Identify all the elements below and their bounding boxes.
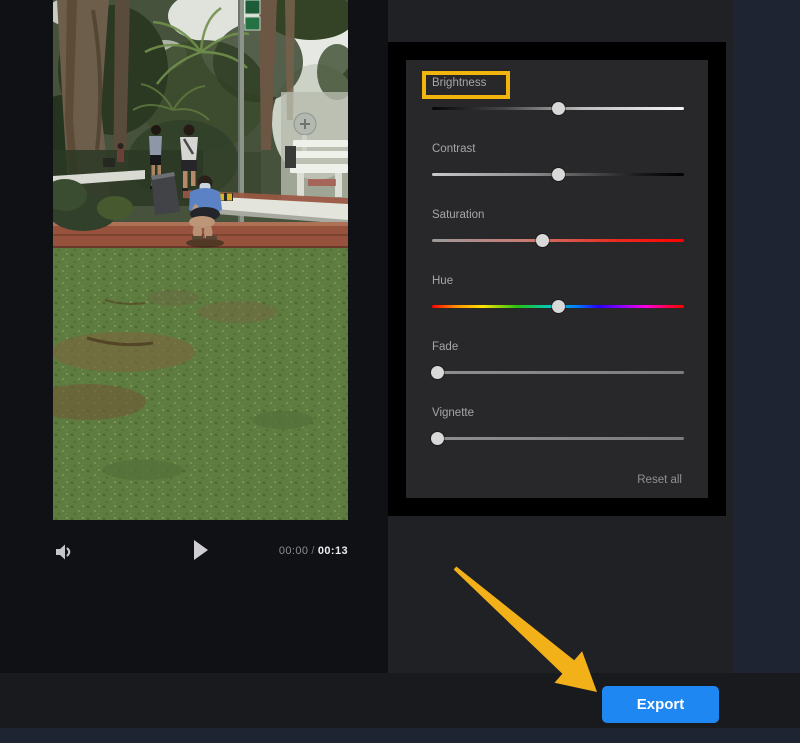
slider-label: Saturation (432, 209, 484, 223)
brightness-slider[interactable] (432, 101, 684, 115)
slider-track[interactable] (432, 437, 684, 440)
hue-slider[interactable] (432, 299, 684, 313)
slider-label: Brightness (432, 77, 486, 91)
app-screenshot: 00:00/00:13 Brightness Contrast (0, 0, 800, 743)
current-time: 00:00 (279, 545, 309, 557)
player-controls: 00:00/00:13 (53, 538, 348, 566)
mute-button[interactable] (53, 541, 75, 563)
slider-thumb[interactable] (431, 366, 444, 379)
park-scene-video-frame (53, 0, 348, 520)
video-panel: 00:00/00:13 (0, 0, 388, 673)
slider-label: Hue (432, 275, 453, 289)
slider-label: Vignette (432, 407, 474, 421)
slider-thumb[interactable] (536, 234, 549, 247)
speaker-icon (53, 541, 75, 563)
slider-track[interactable] (432, 371, 684, 374)
slider-thumb[interactable] (552, 102, 565, 115)
slider-track[interactable] (432, 239, 684, 242)
slider-row-brightness: Brightness (406, 70, 708, 130)
settings-region: Brightness Contrast Saturation (388, 0, 733, 673)
grass-field (53, 248, 348, 520)
adjust-panel: Brightness Contrast Saturation (406, 60, 708, 498)
video-preview (53, 0, 348, 520)
export-button[interactable]: Export (602, 686, 719, 723)
footer-bar: Export (0, 673, 800, 728)
fade-slider[interactable] (432, 365, 684, 379)
slider-row-saturation: Saturation (406, 202, 708, 262)
saturation-slider[interactable] (432, 233, 684, 247)
duration: 00:13 (318, 545, 348, 557)
slider-thumb[interactable] (552, 300, 565, 313)
contrast-slider[interactable] (432, 167, 684, 181)
play-button[interactable] (193, 540, 213, 562)
time-separator: / (308, 545, 317, 557)
slider-row-contrast: Contrast (406, 136, 708, 196)
slider-label: Contrast (432, 143, 475, 157)
adjust-panel-frame: Brightness Contrast Saturation (388, 42, 726, 516)
play-icon (193, 540, 209, 560)
slider-label: Fade (432, 341, 458, 355)
vignette-slider[interactable] (432, 431, 684, 445)
slider-thumb[interactable] (552, 168, 565, 181)
time-display: 00:00/00:13 (279, 545, 348, 557)
slider-thumb[interactable] (431, 432, 444, 445)
reset-all-button[interactable]: Reset all (637, 474, 682, 486)
slider-row-fade: Fade (406, 334, 708, 394)
slider-row-vignette: Vignette (406, 400, 708, 460)
slider-row-hue: Hue (406, 268, 708, 328)
